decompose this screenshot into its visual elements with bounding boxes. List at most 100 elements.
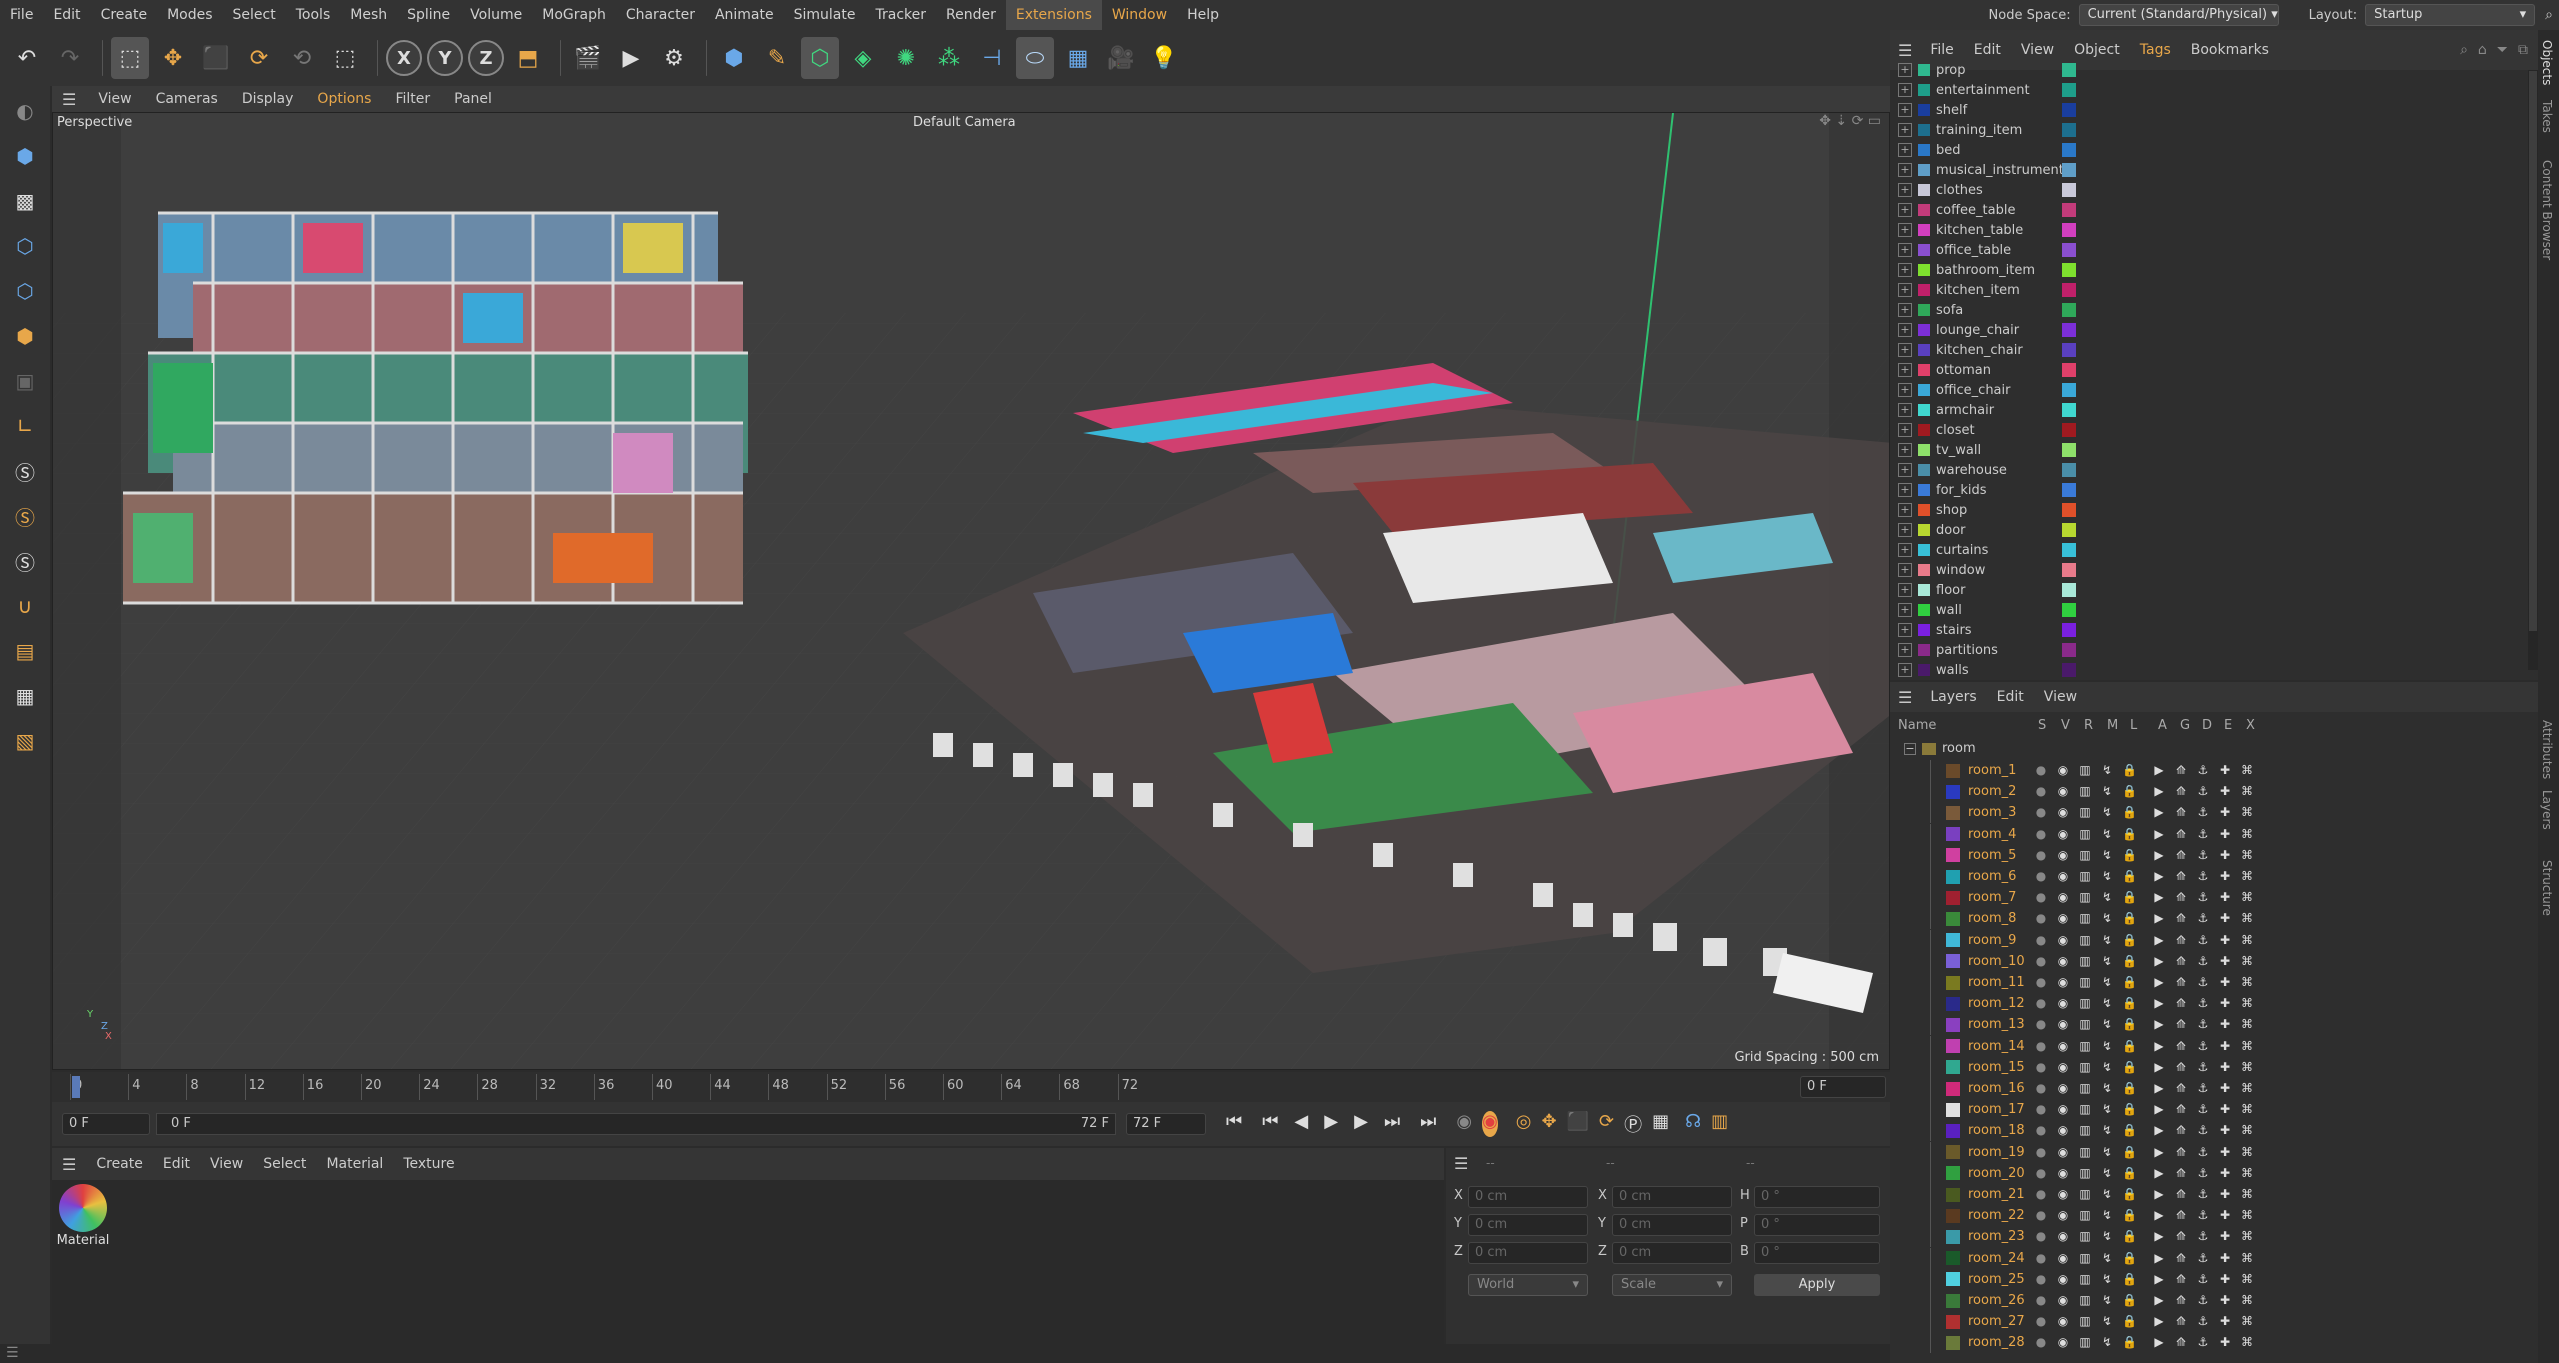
deformers-icon[interactable]: ⚓ xyxy=(2196,1166,2210,1180)
solo-icon[interactable]: ● xyxy=(2034,1251,2048,1265)
hamburger-icon[interactable]: ☰ xyxy=(1454,1154,1468,1173)
deformers-icon[interactable]: ⚓ xyxy=(2196,954,2210,968)
display-tag-icon[interactable] xyxy=(2062,623,2076,637)
manager-icon[interactable]: ↯ xyxy=(2100,1314,2114,1328)
generators-icon[interactable]: ⟰ xyxy=(2174,1187,2188,1201)
visible-icon[interactable]: ◉ xyxy=(2056,1081,2070,1095)
display-tag-icon[interactable] xyxy=(2062,303,2076,317)
solo-icon[interactable]: ● xyxy=(2034,1272,2048,1286)
menu-select[interactable]: Select xyxy=(223,0,286,30)
subdivision-icon[interactable]: ⬡ xyxy=(801,37,839,79)
visible-icon[interactable]: ◉ xyxy=(2056,975,2070,989)
search-icon[interactable]: ⌕ xyxy=(2460,42,2468,58)
expressions-icon[interactable]: ✚ xyxy=(2218,1123,2232,1137)
expand-icon[interactable]: + xyxy=(1898,163,1912,177)
material-menu-texture[interactable]: Texture xyxy=(393,1156,464,1172)
display-tag-icon[interactable] xyxy=(2062,503,2076,517)
xref-icon[interactable]: ⌘ xyxy=(2240,1208,2254,1222)
menu-mesh[interactable]: Mesh xyxy=(340,0,397,30)
generators-icon[interactable]: ⟰ xyxy=(2174,1314,2188,1328)
timeline-window-icon[interactable]: ▥ xyxy=(1711,1111,1728,1137)
xref-icon[interactable]: ⌘ xyxy=(2240,1017,2254,1031)
material-swatch[interactable]: Material xyxy=(56,1184,110,1254)
object-row[interactable]: + wall xyxy=(1890,600,2538,620)
cube-icon[interactable]: ⬢ xyxy=(715,37,753,79)
position-key-icon[interactable]: ✥ xyxy=(1542,1111,1557,1137)
expand-icon[interactable]: + xyxy=(1898,423,1912,437)
viewport-menu-options[interactable]: Options xyxy=(305,91,383,107)
generators-icon[interactable]: ⟰ xyxy=(2174,1039,2188,1053)
object-row[interactable]: + tv_wall xyxy=(1890,440,2538,460)
display-tag-icon[interactable] xyxy=(2062,523,2076,537)
layer-menu-view[interactable]: View xyxy=(2034,689,2087,705)
animation-icon[interactable]: ▶ xyxy=(2152,1145,2166,1159)
display-tag-icon[interactable] xyxy=(2062,103,2076,117)
generators-icon[interactable]: ⟰ xyxy=(2174,1272,2188,1286)
previous-key-icon[interactable]: ⏮ xyxy=(1262,1111,1278,1137)
solo-icon[interactable]: ● xyxy=(2034,1123,2048,1137)
solo-icon[interactable]: ● xyxy=(2034,784,2048,798)
visible-icon[interactable]: ◉ xyxy=(2056,1208,2070,1222)
object-row[interactable]: + prop xyxy=(1890,60,2538,80)
deformers-icon[interactable]: ⚓ xyxy=(2196,996,2210,1010)
display-tag-icon[interactable] xyxy=(2062,423,2076,437)
layer-name[interactable]: room_25 xyxy=(1968,1272,2025,1287)
layer-name[interactable]: room_14 xyxy=(1968,1039,2025,1054)
manager-icon[interactable]: ↯ xyxy=(2100,1293,2114,1307)
display-tag-icon[interactable] xyxy=(2062,263,2076,277)
object-row[interactable]: + kitchen_chair xyxy=(1890,340,2538,360)
object-row[interactable]: + curtains xyxy=(1890,540,2538,560)
generators-icon[interactable]: ⟰ xyxy=(2174,1251,2188,1265)
manager-icon[interactable]: ↯ xyxy=(2100,1187,2114,1201)
lock-icon[interactable]: 🔒 xyxy=(2122,869,2137,883)
deformers-icon[interactable]: ⚓ xyxy=(2196,1081,2210,1095)
object-row[interactable]: + for_kids xyxy=(1890,480,2538,500)
expand-icon[interactable]: + xyxy=(1898,343,1912,357)
object-mode-icon[interactable]: ⬢ xyxy=(5,136,45,176)
render-icon[interactable]: ▥ xyxy=(2078,1208,2092,1222)
deformers-icon[interactable]: ⚓ xyxy=(2196,975,2210,989)
xref-icon[interactable]: ⌘ xyxy=(2240,933,2254,947)
layer-row[interactable]: room_13 ● ◉ ▥ ↯ 🔒 ▶ ⟰ ⚓ ✚ ⌘ xyxy=(1890,1014,2538,1036)
solo-icon[interactable]: ● xyxy=(2034,1081,2048,1095)
expand-icon[interactable]: + xyxy=(1898,463,1912,477)
floor-icon[interactable]: ▦ xyxy=(1059,37,1097,79)
animation-icon[interactable]: ▶ xyxy=(2152,1335,2166,1349)
expressions-icon[interactable]: ✚ xyxy=(2218,933,2232,947)
manager-icon[interactable]: ↯ xyxy=(2100,1166,2114,1180)
manager-icon[interactable]: ↯ xyxy=(2100,1060,2114,1074)
layer-name[interactable]: room_6 xyxy=(1968,869,2016,884)
scrollbar[interactable] xyxy=(2528,70,2538,670)
uv-mode-icon[interactable]: ▣ xyxy=(5,361,45,401)
layer-row[interactable]: room_8 ● ◉ ▥ ↯ 🔒 ▶ ⟰ ⚓ ✚ ⌘ xyxy=(1890,908,2538,930)
animation-icon[interactable]: ▶ xyxy=(2152,911,2166,925)
xref-icon[interactable]: ⌘ xyxy=(2240,805,2254,819)
layer-row[interactable]: room_22 ● ◉ ▥ ↯ 🔒 ▶ ⟰ ⚓ ✚ ⌘ xyxy=(1890,1205,2538,1227)
visible-icon[interactable]: ◉ xyxy=(2056,890,2070,904)
manager-icon[interactable]: ↯ xyxy=(2100,1123,2114,1137)
display-tag-icon[interactable] xyxy=(2062,243,2076,257)
layer-name[interactable]: room_26 xyxy=(1968,1293,2025,1308)
layer-color-swatch[interactable] xyxy=(1946,954,1960,969)
hamburger-icon[interactable]: ☰ xyxy=(1890,41,1920,60)
scale-tool-icon[interactable]: ⬛ xyxy=(197,37,235,79)
layer-row[interactable]: room_26 ● ◉ ▥ ↯ 🔒 ▶ ⟰ ⚓ ✚ ⌘ xyxy=(1890,1290,2538,1311)
animation-icon[interactable]: ▶ xyxy=(2152,1229,2166,1243)
expressions-icon[interactable]: ✚ xyxy=(2218,763,2232,777)
xref-icon[interactable]: ⌘ xyxy=(2240,848,2254,862)
generators-icon[interactable]: ⟰ xyxy=(2174,1166,2188,1180)
visible-icon[interactable]: ◉ xyxy=(2056,1272,2070,1286)
render-icon[interactable]: ▥ xyxy=(2078,1017,2092,1031)
layer-name[interactable]: room_19 xyxy=(1968,1145,2025,1160)
layer-name[interactable]: room_28 xyxy=(1968,1335,2025,1350)
visible-icon[interactable]: ◉ xyxy=(2056,1017,2070,1031)
layer-column-v[interactable]: V xyxy=(2061,718,2070,733)
layer-color-swatch[interactable] xyxy=(1946,933,1960,948)
generators-icon[interactable]: ⟰ xyxy=(2174,1229,2188,1243)
visible-icon[interactable]: ◉ xyxy=(2056,1039,2070,1053)
size-mode-dropdown[interactable]: Scale ▾ xyxy=(1612,1274,1732,1296)
lock-icon[interactable]: 🔒 xyxy=(2122,1060,2137,1074)
object-row[interactable]: + kitchen_item xyxy=(1890,280,2538,300)
layer-name[interactable]: room_24 xyxy=(1968,1251,2025,1266)
render-icon[interactable]: ▥ xyxy=(2078,1251,2092,1265)
